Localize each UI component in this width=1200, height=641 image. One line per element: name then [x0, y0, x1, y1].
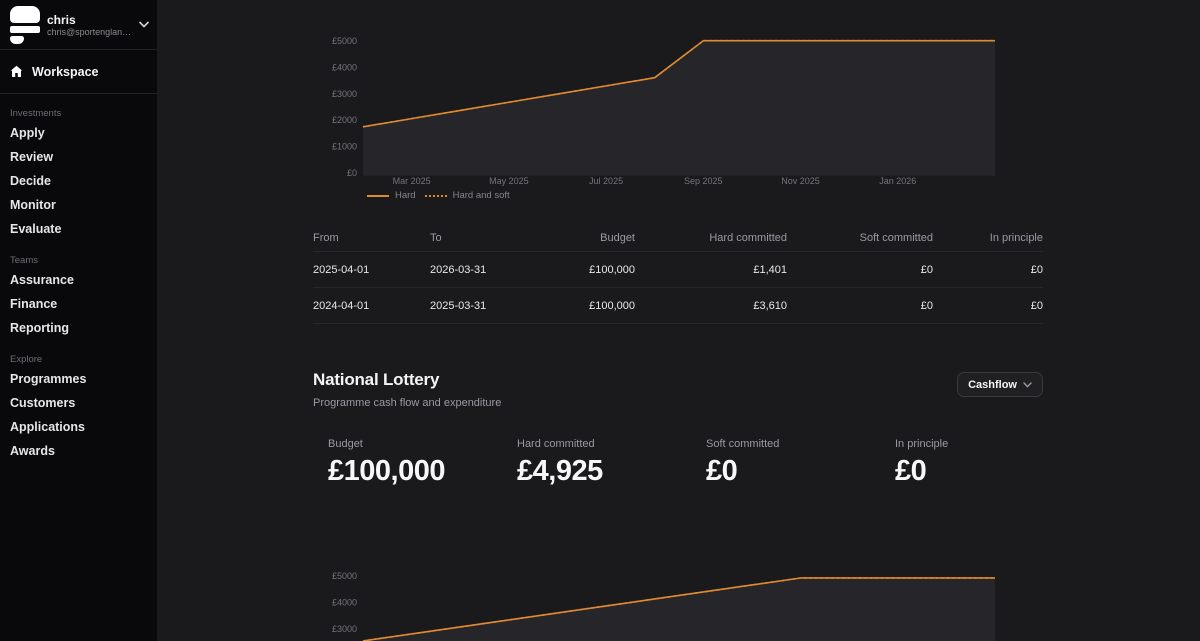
cashflow-chart-bottom: £0£1000£2000£3000£4000£5000Mar 2025May 2…	[313, 535, 1043, 641]
sidebar-section-teams: Teams	[0, 241, 157, 268]
commitments-table: From To Budget Hard committed Soft commi…	[313, 224, 1043, 324]
svg-text:£2000: £2000	[332, 115, 357, 125]
table-row: 2024-04-01 2025-03-31 £100,000 £3,610 £0…	[313, 288, 1043, 324]
stat-label: Soft committed	[706, 438, 895, 450]
sidebar-item-customers[interactable]: Customers	[0, 391, 157, 415]
cell-in-principle: £0	[933, 300, 1043, 312]
legend-entry-hard: Hard	[367, 190, 416, 201]
svg-text:£3000: £3000	[332, 624, 357, 634]
svg-text:£1000: £1000	[332, 142, 357, 152]
sidebar-section-investments: Investments	[0, 94, 157, 121]
cashflow-view-select[interactable]: Cashflow	[957, 372, 1043, 397]
svg-text:Jan 2026: Jan 2026	[879, 176, 916, 186]
sidebar-item-evaluate[interactable]: Evaluate	[0, 217, 157, 241]
sidebar-item-monitor[interactable]: Monitor	[0, 193, 157, 217]
stat-label: Budget	[328, 438, 517, 450]
chevron-down-icon	[1023, 382, 1032, 388]
table-header-row: From To Budget Hard committed Soft commi…	[313, 224, 1043, 252]
svg-text:May 2025: May 2025	[489, 176, 529, 186]
sidebar-section-explore: Explore	[0, 340, 157, 367]
legend-label: Hard	[395, 190, 416, 201]
svg-text:£4000: £4000	[332, 62, 357, 72]
legend-label: Hard and soft	[453, 190, 510, 201]
workspace-label: Workspace	[32, 65, 98, 79]
dotted-line-swatch	[425, 195, 447, 197]
cell-from: 2025-04-01	[313, 264, 430, 276]
cell-in-principle: £0	[933, 264, 1043, 276]
solid-line-swatch	[367, 195, 389, 197]
svg-text:Sep 2025: Sep 2025	[684, 176, 723, 186]
page-title: National Lottery	[313, 370, 1043, 390]
svg-text:£0: £0	[347, 168, 357, 178]
sidebar-item-assurance[interactable]: Assurance	[0, 268, 157, 292]
sidebar-item-finance[interactable]: Finance	[0, 292, 157, 316]
cell-soft: £0	[787, 264, 933, 276]
svg-text:£5000: £5000	[332, 571, 357, 581]
stat-soft-committed: Soft committed £0	[706, 438, 895, 488]
sidebar-item-reporting[interactable]: Reporting	[0, 316, 157, 340]
cell-hard: £3,610	[635, 300, 787, 312]
svg-text:Jul 2025: Jul 2025	[589, 176, 623, 186]
programme-section-header: National Lottery Programme cash flow and…	[313, 370, 1043, 409]
home-icon	[10, 65, 23, 78]
cell-to: 2026-03-31	[430, 264, 545, 276]
sidebar-item-awards[interactable]: Awards	[0, 439, 157, 463]
col-header-to: To	[430, 232, 545, 244]
stats-row: Budget £100,000 Hard committed £4,925 So…	[313, 438, 1084, 488]
sidebar: chris chris@sportenglan… Workspace Inves…	[0, 0, 157, 641]
sidebar-item-apply[interactable]: Apply	[0, 121, 157, 145]
svg-text:£3000: £3000	[332, 89, 357, 99]
sidebar-item-programmes[interactable]: Programmes	[0, 367, 157, 391]
sidebar-item-decide[interactable]: Decide	[0, 169, 157, 193]
svg-text:Mar 2025: Mar 2025	[393, 176, 431, 186]
page-subtitle: Programme cash flow and expenditure	[313, 397, 1043, 409]
stat-value: £0	[706, 455, 895, 488]
svg-text:£4000: £4000	[332, 597, 357, 607]
cell-budget: £100,000	[545, 264, 635, 276]
sidebar-item-workspace[interactable]: Workspace	[0, 50, 157, 93]
cell-from: 2024-04-01	[313, 300, 430, 312]
sidebar-item-applications[interactable]: Applications	[0, 415, 157, 439]
cell-budget: £100,000	[545, 300, 635, 312]
account-switcher[interactable]: chris chris@sportenglan…	[0, 0, 157, 49]
stat-value: £4,925	[517, 455, 706, 488]
user-email: chris@sportenglan…	[47, 27, 133, 37]
org-logo	[10, 6, 40, 44]
col-header-soft-committed: Soft committed	[787, 232, 933, 244]
cell-to: 2025-03-31	[430, 300, 545, 312]
chevron-down-icon	[139, 21, 149, 28]
stat-budget: Budget £100,000	[328, 438, 517, 488]
chart-legend: Hard Hard and soft	[367, 190, 510, 201]
col-header-in-principle: In principle	[933, 232, 1043, 244]
stat-label: In principle	[895, 438, 1084, 450]
stat-in-principle: In principle £0	[895, 438, 1084, 488]
svg-text:£5000: £5000	[332, 36, 357, 46]
stat-label: Hard committed	[517, 438, 706, 450]
svg-text:Nov 2025: Nov 2025	[781, 176, 820, 186]
col-header-hard-committed: Hard committed	[635, 232, 787, 244]
stat-hard-committed: Hard committed £4,925	[517, 438, 706, 488]
cell-soft: £0	[787, 300, 933, 312]
legend-entry-hard-and-soft: Hard and soft	[425, 190, 510, 201]
main-content: £0 £1000 £2000 £3000 £4000 £5000 Mar 2025 May 2…	[157, 0, 1200, 641]
user-name: chris	[47, 13, 139, 27]
table-row: 2025-04-01 2026-03-31 £100,000 £1,401 £0…	[313, 252, 1043, 288]
cashflow-chart-top: £0 £1000 £2000 £3000 £4000 £5000 Mar 2025 May 2…	[313, 0, 1043, 205]
stat-value: £100,000	[328, 455, 517, 488]
sidebar-item-review[interactable]: Review	[0, 145, 157, 169]
stat-value: £0	[895, 455, 1084, 488]
view-select-label: Cashflow	[968, 379, 1017, 391]
col-header-from: From	[313, 232, 430, 244]
cell-hard: £1,401	[635, 264, 787, 276]
col-header-budget: Budget	[545, 232, 635, 244]
